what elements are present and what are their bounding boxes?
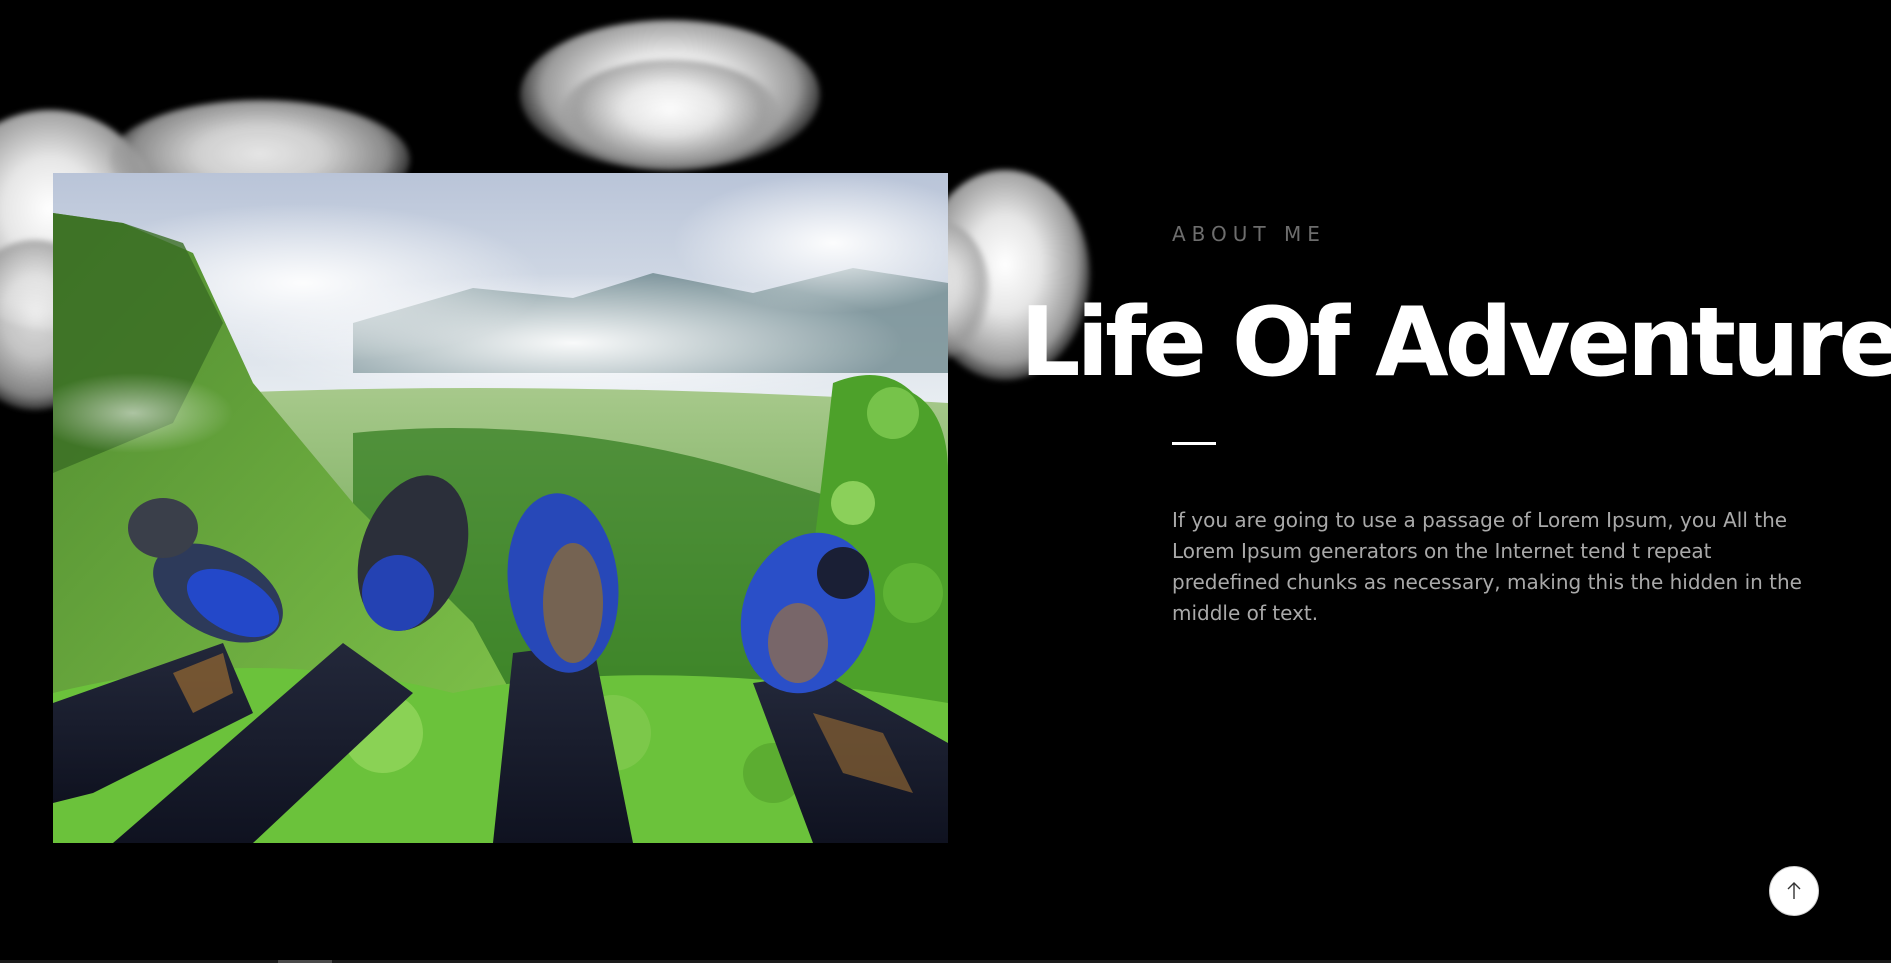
title-divider: [1172, 442, 1216, 445]
section-eyebrow-label: ABOUT ME: [1172, 222, 1326, 246]
about-description: If you are going to use a passage of Lor…: [1172, 508, 1802, 625]
arrow-up-icon: [1787, 882, 1801, 899]
page-title: Life Of Adventure: [1020, 288, 1891, 398]
adventure-photo: [53, 173, 948, 843]
about-section: ABOUT ME Life Of Adventure If you are go…: [0, 0, 1891, 963]
cloud-decoration: [560, 60, 780, 170]
scroll-to-top-button[interactable]: [1769, 866, 1819, 916]
